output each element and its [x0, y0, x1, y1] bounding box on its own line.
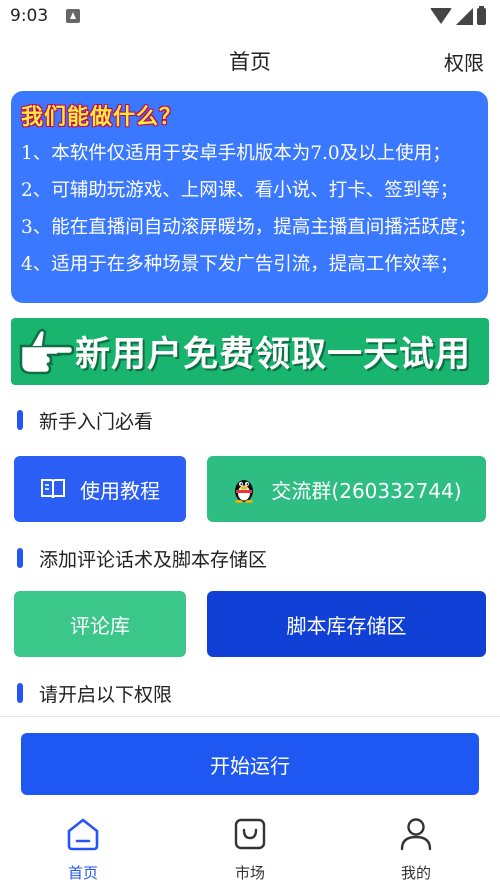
banner-text: 新用户免费领取一天试用 — [75, 335, 472, 375]
page-title: 首页 — [229, 50, 271, 74]
section-label: 添加评论话术及脚本存储区 — [39, 548, 268, 571]
wifi-icon — [430, 8, 452, 24]
script-storage-label: 脚本库存储区 — [286, 613, 407, 638]
book-icon — [40, 477, 66, 501]
chat-group-button-label: 交流群(260332744) — [271, 478, 462, 503]
nav-label: 市场 — [234, 864, 265, 882]
info-card-title: 我们能做什么？ — [21, 105, 183, 130]
info-line: 2、可辅助玩游戏、上网课、看小说、打卡、签到等； — [21, 180, 459, 201]
nav-item-home[interactable]: 首页 — [33, 816, 133, 883]
status-icons — [430, 5, 486, 26]
section-header-guide: 新手入门必看 — [17, 406, 153, 434]
shopping-bag-icon — [232, 816, 268, 856]
pointing-hand-icon — [17, 324, 75, 380]
battery-icon — [477, 5, 486, 25]
home-icon — [65, 816, 101, 856]
nav-label: 首页 — [67, 864, 98, 882]
app-header: 首页 权限 — [0, 38, 500, 86]
section-header-storage: 添加评论话术及脚本存储区 — [17, 544, 267, 572]
section-marker — [17, 683, 23, 703]
comment-library-label: 评论库 — [70, 613, 130, 638]
permissions-link[interactable]: 权限 — [444, 47, 484, 76]
nav-item-me[interactable]: 我的 — [366, 816, 466, 883]
notification-icon — [66, 9, 80, 23]
status-time: 9:03 — [10, 6, 49, 26]
start-button[interactable]: 开始运行 — [21, 733, 479, 795]
section-label: 新手入门必看 — [39, 410, 154, 433]
section-marker — [17, 548, 23, 568]
comment-library-button[interactable]: 评论库 — [14, 591, 186, 657]
section-header-permissions: 请开启以下权限 — [17, 679, 172, 707]
chat-group-button[interactable]: 交流群(260332744) — [207, 456, 486, 522]
info-line: 4、适用于在多种场景下发广告引流，提高工作效率； — [21, 254, 459, 275]
section-marker — [17, 410, 23, 430]
info-card: 我们能做什么？ 1、本软件仅适用于安卓手机版本为7.0及以上使用； 2、可辅助玩… — [11, 91, 488, 303]
script-storage-button[interactable]: 脚本库存储区 — [207, 591, 486, 657]
tutorial-button[interactable]: 使用教程 — [14, 456, 186, 522]
section-label: 请开启以下权限 — [39, 683, 173, 706]
info-line: 3、能在直播间自动滚屏暖场，提高主播直间播活跃度； — [21, 217, 477, 238]
start-button-label: 开始运行 — [210, 753, 290, 778]
divider — [0, 716, 500, 717]
tutorial-button-label: 使用教程 — [80, 478, 160, 503]
info-line: 1、本软件仅适用于安卓手机版本为7.0及以上使用； — [21, 143, 451, 164]
user-icon — [398, 816, 434, 856]
status-bar: 9:03 — [0, 0, 500, 34]
nav-label: 我的 — [400, 864, 431, 882]
free-trial-banner[interactable]: 新用户免费领取一天试用 — [11, 318, 489, 385]
bottom-nav: 首页 市场 我的 — [0, 808, 500, 888]
nav-item-market[interactable]: 市场 — [200, 816, 300, 883]
qq-penguin-icon — [231, 475, 257, 503]
signal-icon — [456, 7, 473, 25]
